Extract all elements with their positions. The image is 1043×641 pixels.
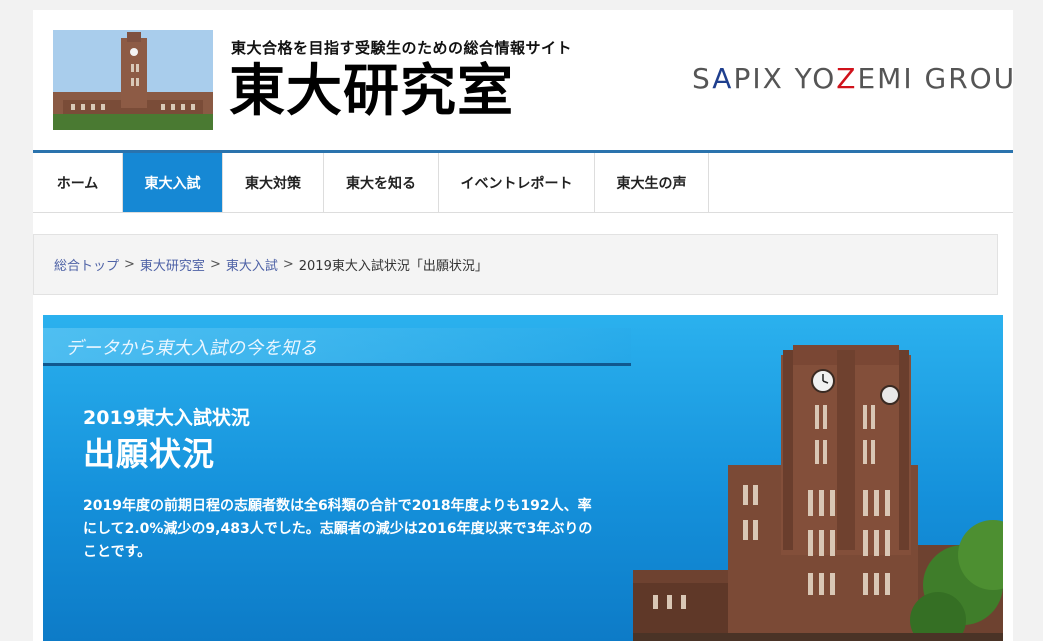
hero-title: 出願状況 — [83, 429, 215, 475]
site-tagline: 東大合格を目指す受験生のための総合情報サイト — [231, 37, 572, 58]
breadcrumb-current: 2019東大入試状況「出願状況」 — [299, 255, 488, 274]
nav-item-about[interactable]: 東大を知る — [324, 153, 439, 212]
hero-subtitle: 2019東大入試状況 — [83, 403, 250, 430]
group-logo-accent2: Z — [836, 62, 857, 95]
breadcrumb-separator: > — [124, 257, 135, 272]
yasuda-auditorium-illustration — [633, 315, 1003, 641]
hero-description: 2019年度の前期日程の志願者数は全6科類の合計で2018年度よりも192人、率… — [83, 495, 603, 564]
nav-item-home[interactable]: ホーム — [33, 153, 123, 212]
breadcrumb-link-top[interactable]: 総合トップ — [54, 255, 119, 274]
group-logo-part3: EMI GROUP — [857, 62, 1013, 95]
hero-ribbon: データから東大入試の今を知る — [43, 328, 631, 366]
sapix-yozemi-group-logo[interactable]: SAPIX YOZEMI GROUP — [692, 62, 1013, 95]
group-logo-accent1: A — [712, 62, 733, 95]
breadcrumb-separator: > — [283, 257, 294, 272]
nav-item-exam[interactable]: 東大入試 — [123, 153, 223, 212]
site-title-logo[interactable]: 東大研究室 — [229, 58, 514, 124]
nav-item-event-report[interactable]: イベントレポート — [439, 153, 595, 212]
nav-item-strategy[interactable]: 東大対策 — [223, 153, 324, 212]
hero-ribbon-text: データから東大入試の今を知る — [65, 334, 317, 360]
breadcrumb: 総合トップ > 東大研究室 > 東大入試 > 2019東大入試状況「出願状況」 — [33, 234, 998, 295]
main-nav: ホーム 東大入試 東大対策 東大を知る イベントレポート 東大生の声 — [33, 150, 1013, 213]
hero-banner: データから東大入試の今を知る 2019東大入試状況 出願状況 2019年度の前期… — [43, 315, 1003, 641]
group-logo-part2: PIX YO — [733, 62, 836, 95]
nav-item-student-voice[interactable]: 東大生の声 — [595, 153, 709, 212]
site-header: 東大合格を目指す受験生のための総合情報サイト 東大研究室 SAPIX YOZEM… — [33, 10, 1013, 150]
breadcrumb-link-lab[interactable]: 東大研究室 — [140, 255, 205, 274]
breadcrumb-link-exam[interactable]: 東大入試 — [226, 255, 278, 274]
page: 東大合格を目指す受験生のための総合情報サイト 東大研究室 SAPIX YOZEM… — [33, 10, 1013, 641]
breadcrumb-separator: > — [210, 257, 221, 272]
header-building-photo[interactable] — [53, 30, 213, 130]
group-logo-part1: S — [692, 62, 712, 95]
